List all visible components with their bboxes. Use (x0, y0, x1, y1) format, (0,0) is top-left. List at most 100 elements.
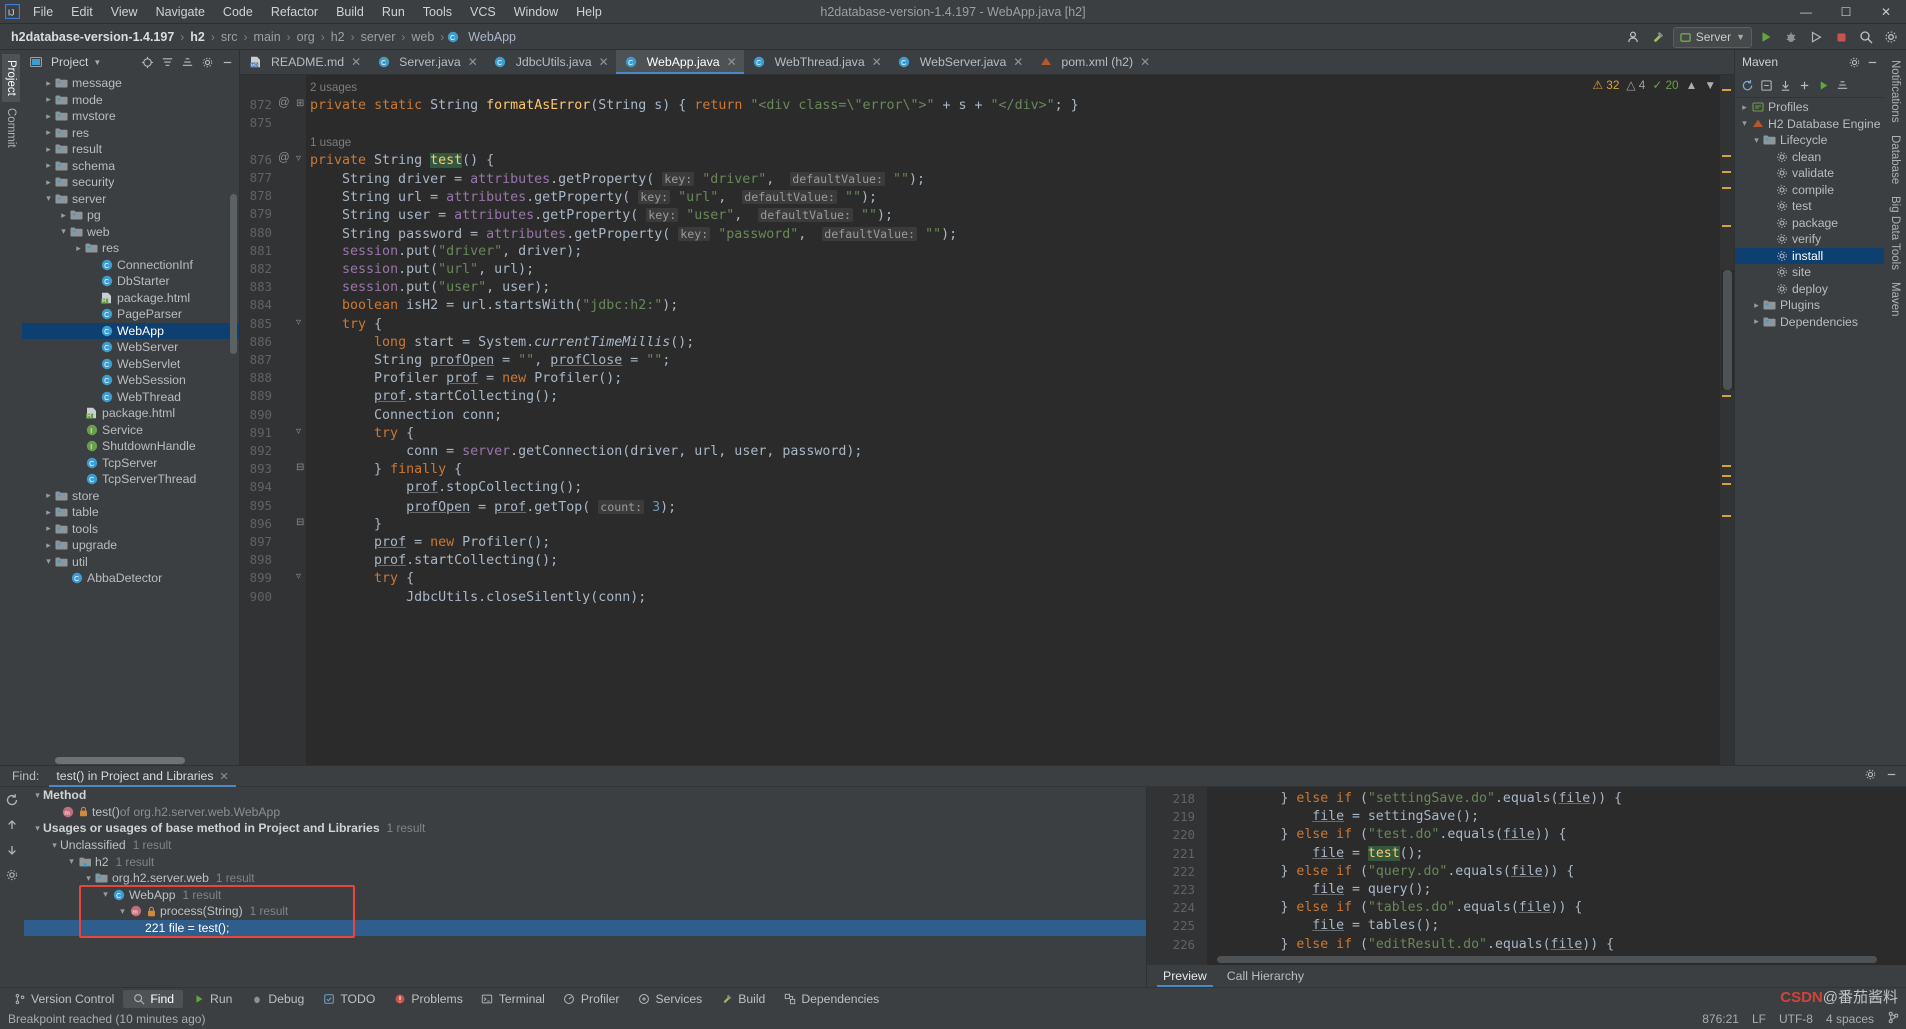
bottom-tool-terminal[interactable]: Terminal (472, 990, 554, 1008)
next-occurrence-icon[interactable] (3, 841, 21, 859)
close-icon[interactable]: ✕ (220, 770, 229, 783)
tree-arrow-icon[interactable]: ▸ (43, 490, 54, 501)
find-query-tab[interactable]: test() in Project and Libraries ✕ (49, 766, 237, 787)
find-result-row[interactable]: 221 file = test(); (24, 919, 1146, 937)
tree-arrow-icon[interactable]: ▾ (58, 226, 69, 237)
project-tree-item[interactable]: C TcpServerThread (22, 471, 239, 488)
project-tree-item[interactable]: ▸ mode (22, 92, 239, 109)
build-hammer-icon[interactable] (1648, 26, 1670, 48)
sidebar-item-maven[interactable]: Maven (1886, 276, 1904, 323)
menu-file[interactable]: File (24, 3, 62, 21)
code-fold-icon[interactable]: ▿ (296, 153, 301, 164)
tree-arrow-icon[interactable]: ▸ (58, 210, 69, 221)
maven-collapse-icon[interactable] (1833, 77, 1851, 95)
code-fold-icon[interactable]: ⊟ (296, 517, 304, 528)
find-result-row[interactable]: ▾ org.h2.server.web 1 result (24, 870, 1146, 887)
prev-problem-icon[interactable]: ▲ (1686, 78, 1698, 92)
bottom-tool-version-control[interactable]: Version Control (4, 990, 123, 1008)
tree-arrow-icon[interactable]: ▸ (73, 243, 84, 254)
project-tree-item[interactable]: ▾ server (22, 191, 239, 208)
project-tree-item[interactable]: ▸ upgrade (22, 537, 239, 554)
find-result-row[interactable]: ▾ h2 1 result (24, 853, 1146, 870)
project-tree-item[interactable]: ▾ web (22, 224, 239, 241)
code-fold-icon[interactable]: ⊞ (296, 98, 304, 109)
project-tree-item[interactable]: ▸ security (22, 174, 239, 191)
line-separator[interactable]: LF (1752, 1012, 1766, 1026)
sidebar-item-bigdatatools[interactable]: Big Data Tools (1886, 190, 1904, 276)
editor-tab[interactable]: C WebThread.java ✕ (744, 50, 889, 74)
project-tree-item[interactable]: C TcpServer (22, 455, 239, 472)
locate-target-icon[interactable] (138, 53, 156, 71)
project-tree-item[interactable]: ▸ res (22, 240, 239, 257)
find-results-tree[interactable]: ▾ Method m test() of org.h2.server.web.WebA… (24, 787, 1146, 987)
editor-tab[interactable]: pom.xml (h2) ✕ (1030, 50, 1157, 74)
code-fold-icon[interactable]: ▿ (296, 317, 301, 328)
run-button[interactable] (1755, 26, 1777, 48)
project-tree-item[interactable]: C ConnectionInf (22, 257, 239, 274)
menu-edit[interactable]: Edit (62, 3, 102, 21)
project-tree-item[interactable]: ▸ mvstore (22, 108, 239, 125)
hide-tool-window-icon[interactable] (218, 53, 236, 71)
maven-tree-item[interactable]: ▾ Lifecycle (1735, 132, 1884, 149)
tree-arrow-icon[interactable]: ▸ (43, 127, 54, 138)
caret-position[interactable]: 876:21 (1702, 1012, 1739, 1026)
preview-hscrollbar[interactable] (1217, 956, 1877, 963)
tree-arrow-icon[interactable]: ▾ (83, 873, 94, 884)
tree-arrow-icon[interactable]: ▾ (66, 856, 77, 867)
find-result-row[interactable]: ▾ Method (24, 787, 1146, 804)
breadcrumb-project[interactable]: h2database-version-1.4.197 (6, 29, 179, 45)
code-fold-icon[interactable]: ▿ (296, 571, 301, 582)
tree-arrow-icon[interactable]: ▸ (43, 523, 54, 534)
editor-tab[interactable]: C WebApp.java ✕ (615, 50, 744, 74)
find-result-row[interactable]: ▾ m process(String) 1 result (24, 903, 1146, 920)
maven-tree-item[interactable]: compile (1735, 182, 1884, 199)
project-tree-item[interactable]: ▸ result (22, 141, 239, 158)
preview-code[interactable]: 218 } else if ("settingSave.do".equals(f… (1147, 787, 1906, 965)
menu-vcs[interactable]: VCS (461, 3, 505, 21)
menu-build[interactable]: Build (327, 3, 373, 21)
breadcrumb-module[interactable]: h2 (185, 29, 210, 45)
menu-view[interactable]: View (102, 3, 147, 21)
maven-add-icon[interactable] (1795, 77, 1813, 95)
project-tree-item[interactable]: Hpackage.html (22, 290, 239, 307)
project-tree-item[interactable]: ▸ store (22, 488, 239, 505)
bottom-tool-debug[interactable]: Debug (241, 990, 313, 1008)
editor-tab[interactable]: C WebServer.java ✕ (889, 50, 1031, 74)
maven-tree-item[interactable]: test (1735, 198, 1884, 215)
bottom-tool-problems[interactable]: Problems (384, 990, 471, 1008)
tree-arrow-icon[interactable]: ▸ (1751, 300, 1762, 311)
find-hide-icon[interactable] (1885, 768, 1898, 784)
menu-navigate[interactable]: Navigate (147, 3, 214, 21)
project-tree-item[interactable]: ▸ pg (22, 207, 239, 224)
tree-arrow-icon[interactable]: ▾ (117, 906, 128, 917)
project-tree-item[interactable]: ▸ res (22, 125, 239, 142)
project-tree-item[interactable]: C AbbaDetector (22, 570, 239, 587)
find-result-row[interactable]: m test() of org.h2.server.web.WebApp (24, 804, 1146, 821)
tree-arrow-icon[interactable]: ▾ (32, 823, 43, 834)
close-icon[interactable]: ✕ (872, 55, 882, 69)
tree-arrow-icon[interactable]: ▸ (43, 78, 54, 89)
tree-arrow-icon[interactable]: ▾ (43, 556, 54, 567)
maven-run-icon[interactable] (1814, 77, 1832, 95)
sidebar-item-project[interactable]: Project (2, 54, 20, 102)
minimize-button[interactable]: — (1786, 0, 1826, 24)
indent-setting[interactable]: 4 spaces (1826, 1012, 1874, 1026)
code-fold-icon[interactable]: ▿ (296, 426, 301, 437)
gutter-annotation-icon[interactable]: @ (278, 97, 290, 109)
project-tree-item[interactable]: ▸ table (22, 504, 239, 521)
breadcrumb-main[interactable]: main (249, 29, 286, 45)
find-result-row[interactable]: ▾ C WebApp 1 result (24, 887, 1146, 904)
search-everywhere-icon[interactable] (1855, 26, 1877, 48)
bottom-tool-todo[interactable]: TODO (313, 990, 384, 1008)
expand-all-icon[interactable] (158, 53, 176, 71)
maven-reload-icon[interactable] (1738, 77, 1756, 95)
find-result-row[interactable]: ▾ Unclassified 1 result (24, 837, 1146, 854)
editor-tab[interactable]: MD README.md ✕ (240, 50, 368, 74)
project-tree-item[interactable]: I ShutdownHandle (22, 438, 239, 455)
tree-arrow-icon[interactable]: ▸ (43, 507, 54, 518)
maven-tree-item[interactable]: validate (1735, 165, 1884, 182)
tab-preview[interactable]: Preview (1153, 967, 1217, 987)
close-icon[interactable]: ✕ (468, 55, 478, 69)
project-tree-item[interactable]: ▸ tools (22, 521, 239, 538)
menu-code[interactable]: Code (214, 3, 262, 21)
